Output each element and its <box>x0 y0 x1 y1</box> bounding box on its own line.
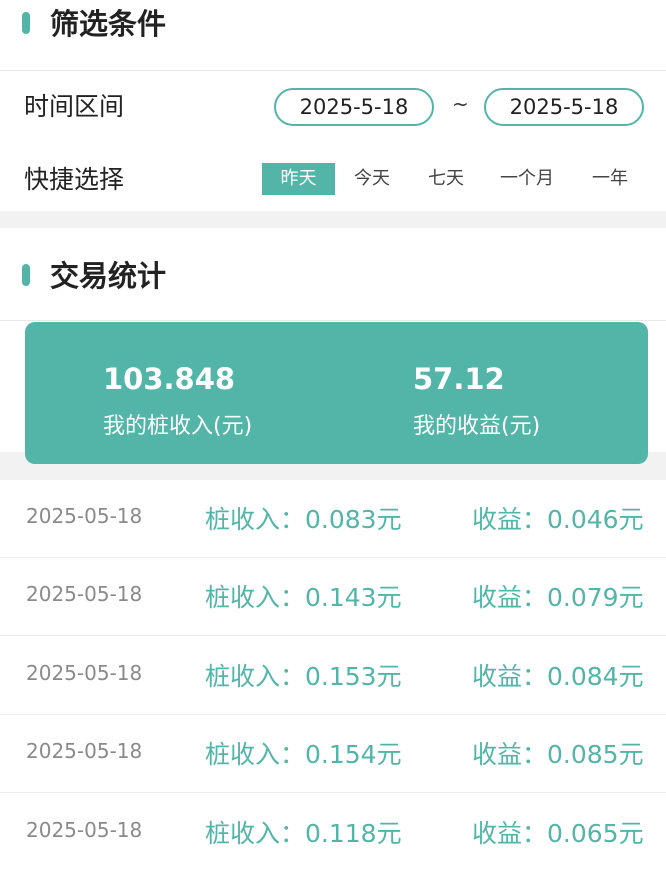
profit-value: 57.12 <box>413 362 505 396</box>
start-date-field[interactable]: 2025-5-18 <box>274 88 434 126</box>
divider-line <box>0 320 666 321</box>
row-divider <box>0 635 666 636</box>
record-income: 桩收入：0.143元 <box>205 583 402 612</box>
record-income: 桩收入：0.153元 <box>205 662 402 691</box>
record-profit: 收益：0.079元 <box>472 583 644 612</box>
record-profit: 收益：0.046元 <box>472 505 644 534</box>
divider-line <box>0 70 666 71</box>
record-profit: 收益：0.084元 <box>472 662 644 691</box>
profit-label: 我的收益(元) <box>413 414 541 439</box>
filter-section-header: 筛选条件 <box>0 2 666 58</box>
stats-section-header: 交易统计 <box>0 254 666 310</box>
quick-option-one-month[interactable]: 一个月 <box>490 163 564 195</box>
record-row: 2025-05-18 桩收入：0.154元 收益：0.085元 <box>0 715 666 793</box>
pile-income-value: 103.848 <box>103 362 236 396</box>
time-range-label: 时间区间 <box>24 92 125 121</box>
record-date: 2025-05-18 <box>26 818 143 842</box>
record-date: 2025-05-18 <box>26 582 143 606</box>
stats-title: 交易统计 <box>50 259 167 293</box>
record-date: 2025-05-18 <box>26 504 143 528</box>
quick-option-today[interactable]: 今天 <box>340 163 404 195</box>
quick-option-yesterday[interactable]: 昨天 <box>262 163 335 195</box>
quick-option-seven-days[interactable]: 七天 <box>414 163 478 195</box>
section-accent-bar <box>22 12 30 34</box>
record-date: 2025-05-18 <box>26 661 143 685</box>
record-row: 2025-05-18 桩收入：0.083元 收益：0.046元 <box>0 480 666 558</box>
quick-option-one-year[interactable]: 一年 <box>578 163 642 195</box>
record-date: 2025-05-18 <box>26 739 143 763</box>
record-income: 桩收入：0.118元 <box>205 819 402 848</box>
record-row: 2025-05-18 桩收入：0.143元 收益：0.079元 <box>0 558 666 636</box>
section-accent-bar <box>22 264 30 286</box>
row-divider <box>0 792 666 793</box>
pile-income-label: 我的桩收入(元) <box>103 414 253 439</box>
filter-title: 筛选条件 <box>50 7 167 41</box>
stats-summary-card: 103.848 我的桩收入(元) 57.12 我的收益(元) <box>25 322 648 464</box>
end-date-field[interactable]: 2025-5-18 <box>484 88 644 126</box>
quick-select-label: 快捷选择 <box>24 165 125 194</box>
record-row: 2025-05-18 桩收入：0.118元 收益：0.065元 <box>0 794 666 872</box>
record-income: 桩收入：0.154元 <box>205 740 402 769</box>
record-profit: 收益：0.065元 <box>472 819 644 848</box>
date-range-separator: ~ <box>452 92 469 116</box>
record-income: 桩收入：0.083元 <box>205 505 402 534</box>
record-row: 2025-05-18 桩收入：0.153元 收益：0.084元 <box>0 637 666 715</box>
section-gap <box>0 211 666 228</box>
record-profit: 收益：0.085元 <box>472 740 644 769</box>
